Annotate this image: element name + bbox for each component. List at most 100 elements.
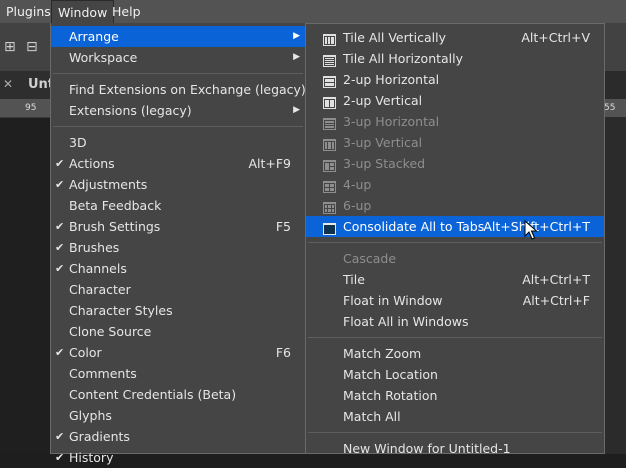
menu-separator — [308, 432, 602, 433]
menu-item-clone-source[interactable]: Clone Source — [51, 321, 305, 342]
menu-item-label: Brush Settings — [69, 219, 161, 234]
menu-item-label: 2-up Vertical — [343, 93, 423, 108]
menubar-help[interactable]: Help — [106, 0, 147, 23]
arrange-item-4-up: 4-up — [306, 174, 604, 195]
menu-item-actions[interactable]: ✔ Actions Alt+F9 — [51, 153, 305, 174]
consolidate-tabs-icon — [323, 220, 336, 241]
menu-item-label: Consolidate All to Tabs — [343, 219, 485, 234]
menu-item-label: 2-up Horizontal — [343, 72, 440, 87]
arrange-item-2-up-vertical[interactable]: 2-up Vertical — [306, 90, 604, 111]
ruler-number: 55 — [604, 103, 616, 113]
menubar-plugins[interactable]: Plugins — [0, 0, 57, 23]
menu-item-brush-settings[interactable]: ✔ Brush Settings F5 — [51, 216, 305, 237]
submenu-arrow-icon: ▶ — [293, 105, 300, 115]
mouse-cursor-icon — [524, 220, 538, 240]
arrange-item-2-up-horizontal[interactable]: 2-up Horizontal — [306, 69, 604, 90]
menu-item-label: Channels — [69, 261, 127, 276]
menu-item-label: History — [69, 450, 114, 465]
checkmark-icon: ✔ — [55, 220, 65, 233]
menu-item-label: Float in Window — [343, 293, 443, 308]
close-tab-icon[interactable]: ✕ — [3, 77, 13, 91]
checkmark-icon: ✔ — [55, 157, 65, 170]
menu-item-shortcut: F5 — [275, 219, 291, 234]
menu-item-label: Tile All Horizontally — [343, 51, 464, 66]
arrange-item-float-in-window[interactable]: Float in Window Alt+Ctrl+F — [306, 290, 604, 311]
distribute-icon[interactable]: ⊟ — [26, 39, 38, 55]
arrange-item-6-up: 6-up — [306, 195, 604, 216]
menu-item-label: Color — [69, 345, 102, 360]
menubar-window[interactable]: Window — [51, 0, 115, 23]
menu-item-label: 3-up Vertical — [343, 135, 423, 150]
submenu-arrow-icon: ▶ — [293, 31, 300, 41]
menu-item-find-extensions-on-exchange-legacy[interactable]: Find Extensions on Exchange (legacy)... — [51, 79, 318, 100]
menu-item-arrange[interactable]: Arrange ▶ — [51, 26, 305, 47]
menu-item-beta-feedback[interactable]: Beta Feedback — [51, 195, 305, 216]
menu-item-workspace[interactable]: Workspace ▶ — [51, 47, 305, 68]
menu-item-label: Clone Source — [69, 324, 152, 339]
checkmark-icon: ✔ — [55, 241, 65, 254]
menu-item-character-styles[interactable]: Character Styles — [51, 300, 305, 321]
menu-item-comments[interactable]: Comments — [51, 363, 305, 384]
arrange-item-tile-all-vertically[interactable]: Tile All Vertically Alt+Ctrl+V — [306, 27, 604, 48]
menu-bar: Plugins Window Help — [0, 0, 626, 23]
menu-item-label: Match All — [343, 409, 401, 424]
arrange-item-3-up-vertical: 3-up Vertical — [306, 132, 604, 153]
menu-item-gradients[interactable]: ✔ Gradients — [51, 426, 305, 447]
menu-item-label: Character — [69, 282, 131, 297]
menu-item-brushes[interactable]: ✔ Brushes — [51, 237, 305, 258]
arrange-submenu: Tile All Vertically Alt+Ctrl+V Tile All Ho… — [305, 23, 605, 456]
submenu-arrow-icon: ▶ — [293, 52, 300, 62]
menu-item-3d[interactable]: 3D — [51, 132, 305, 153]
menu-item-label: Match Rotation — [343, 388, 438, 403]
menu-item-extensions-legacy[interactable]: Extensions (legacy) ▶ — [51, 100, 305, 121]
arrange-item-match-all[interactable]: Match All — [306, 406, 604, 427]
menu-item-label: Find Extensions on Exchange (legacy)... — [69, 82, 318, 97]
menu-item-label: Beta Feedback — [69, 198, 162, 213]
arrange-item-new-window-for-untitled-1[interactable]: New Window for Untitled-1 — [306, 438, 604, 459]
menu-item-label: Comments — [69, 366, 137, 381]
arrange-item-match-location[interactable]: Match Location — [306, 364, 604, 385]
menu-separator — [53, 126, 303, 127]
menu-item-label: Gradients — [69, 429, 130, 444]
menu-item-label: Match Location — [343, 367, 438, 382]
arrange-item-match-rotation[interactable]: Match Rotation — [306, 385, 604, 406]
arrange-item-consolidate-all-to-tabs[interactable]: Consolidate All to Tabs Alt+Shift+Ctrl+T — [306, 216, 604, 237]
menu-item-label: Content Credentials (Beta) — [69, 387, 237, 402]
menu-item-channels[interactable]: ✔ Channels — [51, 258, 305, 279]
menu-item-shortcut: F6 — [275, 345, 291, 360]
menu-item-label: Character Styles — [69, 303, 173, 318]
arrange-item-float-all-in-windows[interactable]: Float All in Windows — [306, 311, 604, 332]
menu-item-color[interactable]: ✔ Color F6 — [51, 342, 305, 363]
arrange-item-3-up-horizontal: 3-up Horizontal — [306, 111, 604, 132]
arrange-item-tile[interactable]: Tile Alt+Ctrl+T — [306, 269, 604, 290]
menu-item-label: 3D — [69, 135, 87, 150]
menu-item-label: Cascade — [343, 251, 397, 266]
menu-item-shortcut: Alt+Ctrl+T — [522, 272, 590, 287]
checkmark-icon: ✔ — [55, 262, 65, 275]
menu-item-label: Arrange — [69, 29, 119, 44]
window-menu: Arrange ▶ Workspace ▶ Find Extensions on Exc… — [50, 23, 318, 465]
menu-item-content-credentials-beta[interactable]: Content Credentials (Beta) — [51, 384, 305, 405]
menu-item-adjustments[interactable]: ✔ Adjustments — [51, 174, 305, 195]
arrange-item-tile-all-horizontally[interactable]: Tile All Horizontally — [306, 48, 604, 69]
checkmark-icon: ✔ — [55, 451, 65, 464]
options-bar: ⊞ ⊟ — [0, 23, 50, 71]
checkmark-icon: ✔ — [55, 430, 65, 443]
menu-item-glyphs[interactable]: Glyphs — [51, 405, 305, 426]
menu-item-label: Actions — [69, 156, 115, 171]
menu-item-label: 4-up — [343, 177, 372, 192]
ruler-number: 95 — [25, 103, 37, 113]
menu-item-character[interactable]: Character — [51, 279, 305, 300]
menu-separator — [53, 73, 303, 74]
menu-item-label: Brushes — [69, 240, 120, 255]
menu-item-label: 3-up Horizontal — [343, 114, 440, 129]
menu-item-shortcut: Alt+Ctrl+V — [521, 30, 590, 45]
align-icon[interactable]: ⊞ — [4, 39, 16, 55]
menu-item-history[interactable]: ✔ History — [51, 447, 305, 468]
arrange-item-match-zoom[interactable]: Match Zoom — [306, 343, 604, 364]
menu-item-label: Adjustments — [69, 177, 148, 192]
menu-item-label: Match Zoom — [343, 346, 422, 361]
menu-item-label: Workspace — [69, 50, 138, 65]
menu-item-label: Tile — [343, 272, 365, 287]
menu-item-label: Extensions (legacy) — [69, 103, 192, 118]
